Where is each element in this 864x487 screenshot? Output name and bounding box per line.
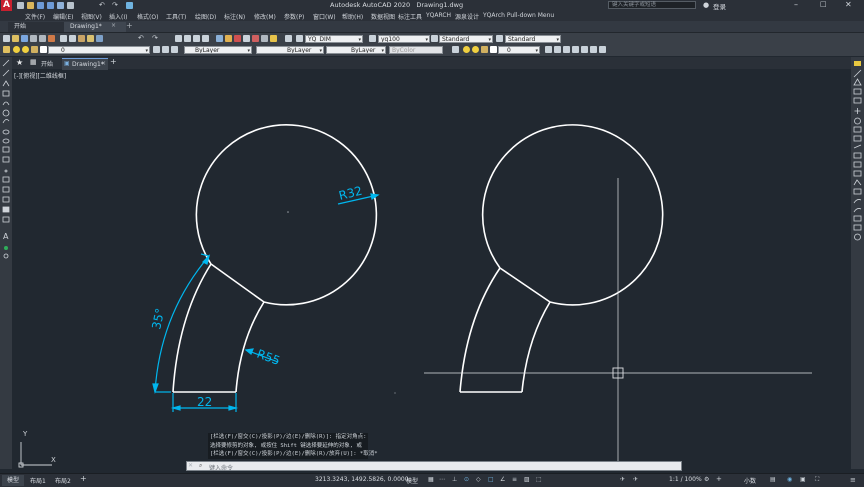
clean-screen-icon[interactable]: ⛶ (815, 476, 819, 484)
annotation-scale-icon[interactable]: ✈ (633, 476, 638, 483)
quick-properties-icon[interactable]: ▤ (770, 476, 776, 483)
command-close-icon[interactable]: ✕ (188, 462, 193, 469)
drawing-canvas[interactable]: R32 R55 35° 22 (0, 0, 864, 486)
right-outer-arc (459, 267, 501, 393)
command-prompt: 键入命令 (209, 465, 234, 472)
left-outer-arc (172, 263, 212, 393)
polar-toggle-icon[interactable]: ⊙ (464, 476, 469, 483)
ucs-icon (18, 442, 52, 468)
isolate-objects-icon[interactable]: ◉ (787, 476, 792, 483)
customize-menu-icon[interactable]: ≡ (850, 476, 856, 484)
command-line-1: [栏选(F)/窗交(C)/投影(P)/边(E)/删除(R)]: 指定对角点: (208, 433, 368, 442)
annotation-visibility-icon[interactable]: ✈ (620, 476, 625, 483)
stray-mark (394, 392, 396, 394)
hardware-accel-icon[interactable]: ▣ (800, 476, 806, 483)
status-tab-layout2[interactable]: 布局2 (55, 476, 71, 485)
annotation-scale-value[interactable]: 1:1 / 100% (669, 476, 702, 483)
ucs-y-label: Y (23, 430, 28, 438)
plus-icon[interactable]: + (716, 475, 722, 483)
status-tab-layout1[interactable]: 布局1 (30, 476, 46, 485)
right-geometry (459, 124, 664, 393)
dim-r55-text: R55 (255, 347, 282, 368)
status-tab-model[interactable]: 模型 (2, 475, 24, 486)
snap-toggle-icon[interactable]: ⋯ (439, 476, 445, 483)
isodraft-icon[interactable]: ◇ (476, 476, 481, 483)
left-tangent-line (210, 263, 265, 303)
dim-r32-text: R32 (337, 184, 363, 203)
right-circle-arc (481, 124, 664, 306)
grid-toggle-icon[interactable]: ▦ (428, 476, 434, 483)
command-history: [栏选(F)/窗交(C)/投影(P)/边(E)/删除(R)]: 指定对角点: 选… (208, 433, 378, 459)
coordinates-readout[interactable]: 3213.3243, 1492.5826, 0.0000 (315, 476, 409, 483)
dim-linear-arrow-left (170, 405, 181, 411)
command-search-icon: ⌕ (199, 462, 203, 469)
transparency-icon[interactable]: ▨ (524, 476, 530, 483)
workspace-gear-icon[interactable]: ⚙ (704, 476, 709, 483)
status-tab-add-icon[interactable]: + (80, 474, 87, 483)
otrack-toggle-icon[interactable]: ∠ (500, 476, 505, 483)
model-space-button[interactable]: 模型 (406, 476, 418, 485)
osnap-toggle-icon[interactable]: □ (488, 476, 494, 483)
dim-linear-text: 22 (197, 395, 212, 409)
left-circle-arc (195, 124, 378, 306)
dim-angle-arrow-top (201, 254, 211, 265)
dim-linear-arrow-right (228, 405, 239, 411)
command-input[interactable]: ⌕ 键入命令 (186, 461, 682, 472)
ucs-x-label: X (51, 456, 56, 464)
units-value[interactable]: 小数 (744, 476, 756, 485)
dim-angle-arrow-bottom (152, 383, 159, 395)
dim-r55-arrow (244, 348, 254, 355)
lineweight-toggle-icon[interactable]: ≡ (512, 476, 517, 483)
selection-cycling-icon[interactable]: ⬚ (536, 476, 542, 483)
ortho-toggle-icon[interactable]: ⊥ (452, 476, 457, 483)
right-inner-arc (521, 301, 551, 393)
dim-angle-text: 35° (149, 307, 167, 331)
right-tangent-line (499, 267, 551, 303)
command-line-2: 选择要修剪的对象, 或按住 Shift 键选择要延伸的对象, 或 (208, 441, 368, 450)
command-line-3: [栏选(F)/窗交(C)/投影(P)/边(E)/删除(R)/放弃(U)]: *取… (208, 450, 378, 459)
status-bar: 模型 布局1 布局2 + 3213.3243, 1492.5826, 0.000… (0, 473, 864, 487)
center-mark (287, 211, 289, 213)
